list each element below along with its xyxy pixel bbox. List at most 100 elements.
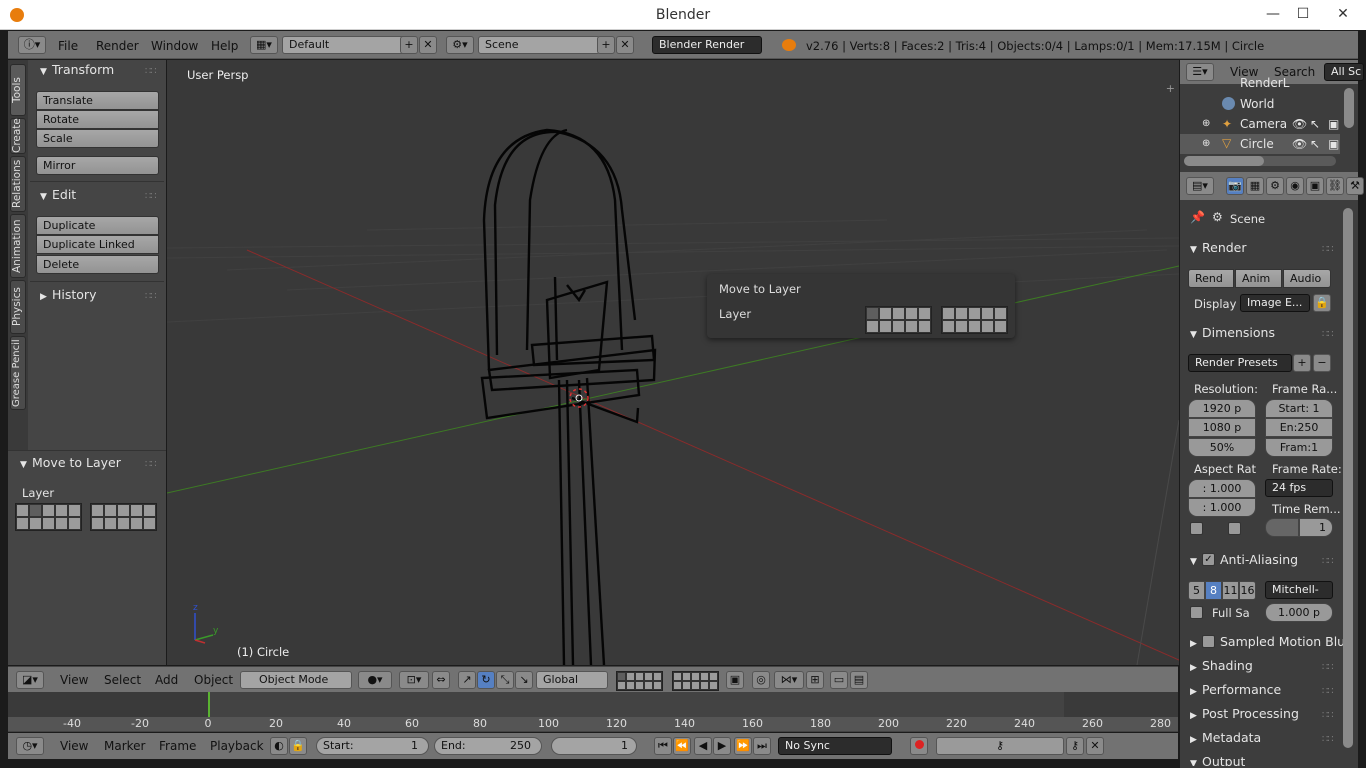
tab-create[interactable]: Create <box>10 118 26 154</box>
editor-type-timeline-icon[interactable]: ◷▾ <box>16 737 44 755</box>
object-tab-icon[interactable]: ▣ <box>1306 177 1324 195</box>
pin-icon[interactable]: 📌 <box>1190 210 1205 224</box>
drag-handle-icon[interactable]: ∷∷ <box>145 459 157 470</box>
rotate-manipulator-icon[interactable]: ↻ <box>477 671 495 689</box>
scene-field[interactable]: Scene <box>478 36 600 54</box>
lock-icon[interactable]: 🔒 <box>289 737 307 755</box>
lock-layers-icon[interactable]: ▣ <box>726 671 744 689</box>
render-presets-select[interactable]: Render Presets <box>1188 354 1292 372</box>
drag-handle-icon[interactable]: ∷∷ <box>1322 329 1334 340</box>
rotate-button[interactable]: Rotate <box>36 110 159 129</box>
tab-physics[interactable]: Physics <box>10 280 26 334</box>
add-preset-icon[interactable]: + <box>1293 354 1311 372</box>
expand-icon[interactable]: ⊕ <box>1202 118 1210 129</box>
menu-object[interactable]: Object <box>194 673 233 687</box>
select-arrow-icon[interactable]: ↖ <box>1310 117 1320 131</box>
menu-file[interactable]: File <box>58 39 78 53</box>
drag-handle-icon[interactable]: ∷∷ <box>1322 710 1334 721</box>
next-keyframe-icon[interactable]: ⏩ <box>734 737 752 755</box>
time-remap-new-field[interactable]: 1 <box>1299 518 1333 537</box>
sampled-motion-blur-header[interactable]: ▶ Sampled Motion Blur <box>1190 634 1350 649</box>
drag-handle-icon[interactable]: ∷∷ <box>145 191 157 202</box>
remove-preset-icon[interactable]: − <box>1313 354 1331 372</box>
border-checkbox[interactable] <box>1190 522 1203 535</box>
3d-viewport[interactable]: User Persp z y (1) Circle + <box>167 60 1179 665</box>
mirror-button[interactable]: Mirror <box>36 156 159 175</box>
outliner-item-world[interactable]: World <box>1180 94 1340 114</box>
performance-panel-header[interactable]: ▶ Performance <box>1190 682 1281 697</box>
jump-start-icon[interactable]: ⏮ <box>654 737 672 755</box>
select-arrow-icon[interactable]: ↖ <box>1310 137 1320 151</box>
drag-handle-icon[interactable]: ∷∷ <box>1322 734 1334 745</box>
outliner-item-circle[interactable]: ⊕ ▽ Circle 👁 ↖ ▣ <box>1180 134 1340 154</box>
duplicate-button[interactable]: Duplicate <box>36 216 159 235</box>
layer-grid-right[interactable] <box>90 503 157 531</box>
start-frame-field[interactable]: Start: 1 <box>316 737 429 755</box>
drag-handle-icon[interactable]: ∷∷ <box>145 291 157 302</box>
translate-manipulator-icon[interactable]: ↗ <box>458 671 476 689</box>
menu-add[interactable]: Add <box>155 673 178 687</box>
record-icon[interactable] <box>910 737 928 755</box>
scene-icon[interactable]: ⚙▾ <box>446 36 474 54</box>
render-layers-tab-icon[interactable]: ▦ <box>1246 177 1264 195</box>
snap-target-icon[interactable]: ⊞ <box>806 671 824 689</box>
delete-keyframe-icon[interactable]: ✕ <box>1086 737 1104 755</box>
aa-sample-8[interactable]: 8 <box>1205 581 1222 600</box>
viewport-expand-icon[interactable]: + <box>1166 82 1175 95</box>
remove-scene-icon[interactable]: ✕ <box>616 36 634 54</box>
prev-keyframe-icon[interactable]: ⏪ <box>673 737 691 755</box>
metadata-panel-header[interactable]: ▶ Metadata <box>1190 730 1261 745</box>
play-reverse-icon[interactable]: ◀ <box>694 737 712 755</box>
outliner-vscrollbar[interactable] <box>1344 88 1354 128</box>
drag-handle-icon[interactable]: ∷∷ <box>145 66 157 77</box>
modifiers-tab-icon[interactable]: ⚒ <box>1346 177 1364 195</box>
opengl-anim-icon[interactable]: ▤ <box>850 671 868 689</box>
menu-window[interactable]: Window <box>151 39 198 53</box>
constraints-tab-icon[interactable]: ⛓ <box>1326 177 1344 195</box>
resolution-percent-field[interactable]: 50% <box>1188 438 1256 457</box>
lock-interface-icon[interactable]: 🔒 <box>1313 294 1331 312</box>
transform-icon[interactable]: ↘ <box>515 671 533 689</box>
scene-layers-right[interactable] <box>672 671 719 691</box>
close-button[interactable]: ✕ <box>1320 0 1366 30</box>
properties-scrollbar[interactable] <box>1343 208 1353 748</box>
layer-grid-left[interactable] <box>15 503 82 531</box>
full-sample-checkbox[interactable] <box>1190 606 1203 619</box>
shading-select-icon[interactable]: ●▾ <box>358 671 392 689</box>
frame-rate-select[interactable]: 24 fps <box>1265 479 1333 497</box>
add-scene-icon[interactable]: + <box>597 36 615 54</box>
display-select[interactable]: Image E... <box>1240 294 1310 312</box>
dimensions-panel-header[interactable]: ▼ Dimensions <box>1190 325 1275 340</box>
remove-layout-icon[interactable]: ✕ <box>419 36 437 54</box>
proportional-edit-icon[interactable]: ◎ <box>752 671 770 689</box>
render-anim-button[interactable]: Anim <box>1235 269 1282 288</box>
shading-panel-header[interactable]: ▶ Shading <box>1190 658 1253 673</box>
mode-select[interactable]: Object Mode <box>240 671 352 689</box>
insert-keyframe-icon[interactable]: ⚷ <box>1066 737 1084 755</box>
aa-sample-16[interactable]: 16 <box>1239 581 1256 600</box>
tab-animation[interactable]: Animation <box>10 214 26 278</box>
keying-set-field[interactable]: ⚷ <box>936 737 1064 755</box>
editor-type-info-icon[interactable]: ⓘ▾ <box>18 36 46 54</box>
anti-aliasing-panel-header[interactable]: ▼ ✓ Anti-Aliasing <box>1190 552 1298 567</box>
frame-start-field[interactable]: Start: 1 <box>1265 399 1333 418</box>
resolution-x-field[interactable]: 1920 p <box>1188 399 1256 418</box>
menu-select[interactable]: Select <box>104 673 141 687</box>
scale-manipulator-icon[interactable]: ⤡ <box>496 671 514 689</box>
opengl-render-icon[interactable]: ▭ <box>830 671 848 689</box>
drag-handle-icon[interactable]: ∷∷ <box>1322 556 1334 567</box>
popup-layer-grid-left[interactable] <box>865 306 932 334</box>
maximize-button[interactable]: ☐ <box>1292 4 1314 24</box>
frame-step-field[interactable]: Fram:1 <box>1265 438 1333 457</box>
aspect-x-field[interactable]: : 1.000 <box>1188 479 1256 498</box>
world-tab-icon[interactable]: ◉ <box>1286 177 1304 195</box>
aspect-y-field[interactable]: : 1.000 <box>1188 498 1256 517</box>
menu-playback[interactable]: Playback <box>210 739 264 753</box>
render-camera-icon[interactable]: ▣ <box>1328 117 1339 131</box>
render-camera-icon[interactable]: ▣ <box>1328 137 1339 151</box>
aa-filter-select[interactable]: Mitchell- <box>1265 581 1333 599</box>
translate-button[interactable]: Translate <box>36 91 159 110</box>
menu-view-timeline[interactable]: View <box>60 739 88 753</box>
scene-tab-icon[interactable]: ⚙ <box>1266 177 1284 195</box>
pivot-icon[interactable]: ⊡▾ <box>399 671 429 689</box>
